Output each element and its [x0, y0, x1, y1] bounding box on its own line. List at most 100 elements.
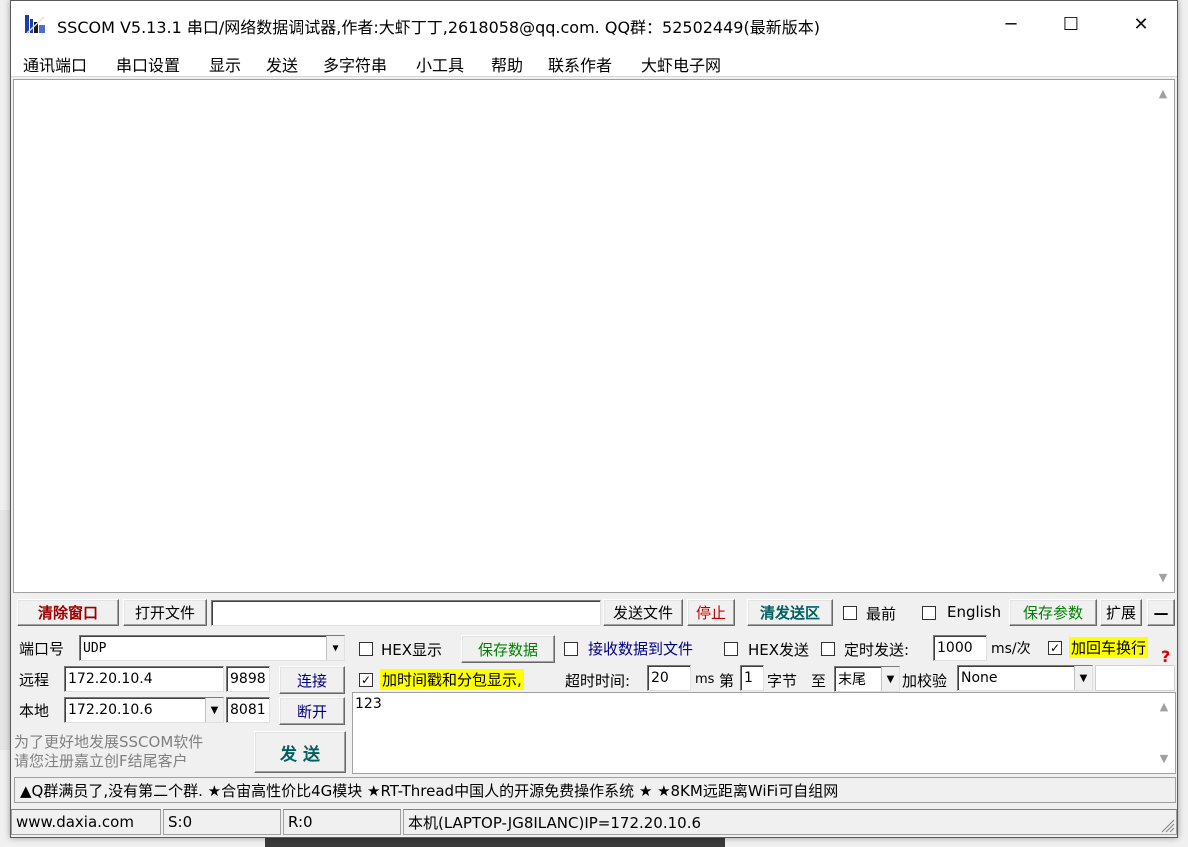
- add-crlf-label: 加回车换行: [1069, 637, 1149, 658]
- menu-display[interactable]: 显示: [209, 52, 241, 76]
- send-text-area[interactable]: 123 ▲ ▼: [352, 692, 1176, 774]
- timeout-unit: ms: [695, 672, 715, 687]
- topmost-label: 最前: [866, 605, 897, 623]
- chevron-down-icon[interactable]: ▼: [881, 667, 899, 691]
- english-label: English: [947, 603, 1002, 621]
- clear-window-button[interactable]: 清除窗口: [17, 599, 119, 626]
- help-question-icon[interactable]: ?: [1161, 647, 1170, 666]
- to-select[interactable]: 末尾 ▼: [834, 666, 900, 692]
- local-port-input[interactable]: 8081: [226, 697, 270, 723]
- file-path-field[interactable]: [211, 600, 601, 626]
- interval-unit: ms/次: [991, 641, 1031, 657]
- open-file-button[interactable]: 打开文件: [123, 599, 207, 626]
- ticker-text: ▲Q群满员了,没有第二个群. ★合宙高性价比4G模块 ★RT-Thread中国人…: [20, 781, 839, 800]
- stop-button[interactable]: 停止: [687, 599, 735, 626]
- sscom-window: SSCOM V5.13.1 串口/网络数据调试器,作者:大虾丁丁,2618058…: [10, 0, 1178, 838]
- save-params-label: 保存参数: [1022, 604, 1083, 622]
- status-sent-count: S:0: [163, 809, 281, 835]
- sscom-app-icon: [25, 15, 45, 34]
- port-value: UDP: [83, 640, 107, 656]
- remote-port-input[interactable]: 9898: [226, 666, 270, 692]
- promo-line-1: 为了更好地发展SSCOM软件: [14, 733, 204, 751]
- chevron-down-icon[interactable]: ▼: [1074, 666, 1092, 690]
- menu-contact-author[interactable]: 联系作者: [548, 52, 612, 76]
- checksum-select[interactable]: None ▼: [957, 665, 1093, 691]
- send-button[interactable]: 发 送: [254, 731, 346, 773]
- scroll-down-arrow-icon[interactable]: ▼: [1156, 572, 1170, 584]
- menu-send[interactable]: 发送: [266, 52, 298, 76]
- menu-daxia-website[interactable]: 大虾电子网: [641, 52, 721, 76]
- local-ip-select[interactable]: 172.20.10.6 ▼: [64, 697, 224, 723]
- minimize-button[interactable]: ─: [981, 1, 1041, 47]
- remote-ip-input[interactable]: 172.20.10.4: [64, 666, 224, 692]
- topmost-checkbox[interactable]: [843, 606, 857, 620]
- menu-multi-string[interactable]: 多字符串: [323, 52, 387, 76]
- timestamp-checkbox[interactable]: ✓: [359, 673, 373, 687]
- connect-button[interactable]: 连接: [279, 666, 345, 694]
- status-bar: www.daxia.com S:0 R:0 本机(LAPTOP-JG8ILANC…: [11, 809, 1177, 837]
- title-bar[interactable]: SSCOM V5.13.1 串口/网络数据调试器,作者:大虾丁丁,2618058…: [11, 1, 1177, 47]
- collapse-button[interactable]: —: [1147, 599, 1175, 626]
- maximize-button[interactable]: ☐: [1041, 1, 1101, 47]
- hex-display-checkbox[interactable]: [359, 642, 373, 656]
- byte-suffix-label: 字节: [767, 672, 798, 690]
- promo-text: 为了更好地发展SSCOM软件 请您注册嘉立创F结尾客户: [14, 733, 203, 771]
- checksum-value: None: [961, 670, 998, 686]
- chevron-down-icon[interactable]: ▼: [326, 636, 344, 660]
- expand-button[interactable]: 扩展: [1100, 599, 1142, 626]
- byte-prefix-label: 第: [719, 672, 735, 690]
- hex-display-label: HEX显示: [381, 641, 443, 659]
- menu-tools[interactable]: 小工具: [416, 52, 464, 76]
- hex-send-checkbox[interactable]: [724, 642, 738, 656]
- checksum-extra-field[interactable]: [1095, 665, 1175, 691]
- to-label: 至: [811, 672, 827, 690]
- close-button[interactable]: ✕: [1111, 1, 1171, 47]
- english-checkbox[interactable]: [922, 606, 936, 620]
- scroll-up-arrow-icon[interactable]: ▲: [1156, 88, 1170, 100]
- send-text-content: 123: [355, 696, 382, 712]
- timed-send-label: 定时发送:: [844, 641, 910, 659]
- recv-to-file-label: 接收数据到文件: [588, 640, 694, 658]
- local-label: 本地: [19, 702, 50, 720]
- timeout-input[interactable]: 20: [647, 665, 691, 691]
- promo-line-2: 请您注册嘉立创F结尾客户: [14, 752, 188, 770]
- timed-send-checkbox[interactable]: [821, 642, 835, 656]
- recv-to-file-checkbox[interactable]: [564, 642, 578, 656]
- port-label: 端口号: [19, 640, 65, 658]
- scroll-down-arrow-icon[interactable]: ▼: [1157, 753, 1171, 765]
- to-value: 末尾: [838, 672, 866, 688]
- remote-label: 远程: [19, 671, 50, 689]
- disconnect-button[interactable]: 断开: [279, 697, 345, 725]
- status-website[interactable]: www.daxia.com: [11, 809, 161, 835]
- save-params-button[interactable]: 保存参数: [1009, 599, 1097, 626]
- stop-label: 停止: [695, 604, 726, 622]
- hex-send-label: HEX发送: [748, 641, 810, 659]
- status-received-count: R:0: [283, 809, 401, 835]
- add-crlf-checkbox[interactable]: ✓: [1048, 641, 1062, 655]
- clear-send-area-button[interactable]: 清发送区: [747, 599, 833, 626]
- scroll-up-arrow-icon[interactable]: ▲: [1157, 701, 1171, 713]
- receive-text-area[interactable]: ▲ ▼: [13, 79, 1175, 593]
- status-host-info: 本机(LAPTOP-JG8ILANC)IP=172.20.10.6: [403, 809, 1177, 835]
- checksum-label: 加校验: [902, 672, 948, 690]
- chevron-down-icon[interactable]: ▼: [205, 698, 223, 722]
- local-ip-value: 172.20.10.6: [68, 702, 153, 718]
- receive-scrollbar[interactable]: ▲ ▼: [1152, 80, 1174, 592]
- menu-bar: 通讯端口 串口设置 显示 发送 多字符串 小工具 帮助 联系作者 大虾电子网: [11, 47, 1177, 77]
- timeout-label: 超时时间:: [565, 672, 631, 690]
- save-data-button[interactable]: 保存数据: [461, 635, 555, 663]
- byte-index-input[interactable]: 1: [740, 665, 764, 691]
- send-scrollbar[interactable]: ▲ ▼: [1153, 693, 1175, 773]
- port-select[interactable]: UDP ▼: [79, 635, 345, 661]
- menu-comm-port[interactable]: 通讯端口: [23, 52, 87, 76]
- clear-send-area-label: 清发送区: [759, 604, 820, 622]
- timestamp-label: 加时间戳和分包显示,: [380, 669, 524, 690]
- menu-help[interactable]: 帮助: [491, 52, 523, 76]
- menu-serial-settings[interactable]: 串口设置: [116, 52, 180, 76]
- window-title: SSCOM V5.13.1 串口/网络数据调试器,作者:大虾丁丁,2618058…: [57, 18, 820, 37]
- send-file-button[interactable]: 发送文件: [603, 599, 683, 626]
- clear-window-label: 清除窗口: [37, 604, 98, 622]
- news-ticker[interactable]: ▲Q群满员了,没有第二个群. ★合宙高性价比4G模块 ★RT-Thread中国人…: [14, 777, 1176, 803]
- resize-grip-icon[interactable]: [1159, 817, 1175, 833]
- interval-input[interactable]: 1000: [933, 635, 987, 661]
